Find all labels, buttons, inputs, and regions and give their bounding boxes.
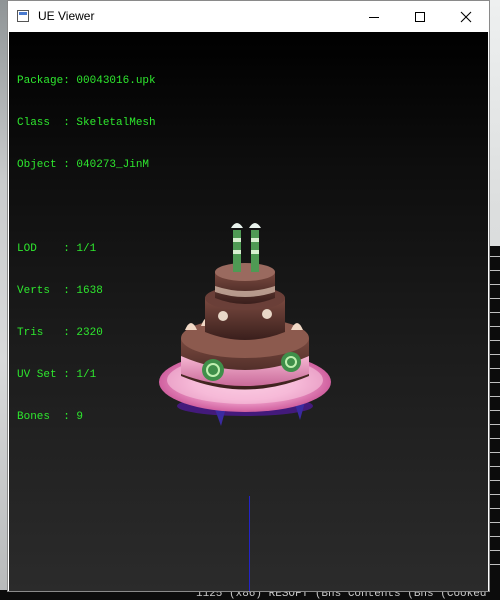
tris-row: Tris : 2320: [17, 327, 103, 339]
verts-row: Verts : 1638: [17, 285, 103, 297]
close-icon: [460, 11, 472, 22]
bones-value: 9: [76, 411, 84, 423]
z-axis-line: [249, 496, 250, 591]
3d-viewport[interactable]: Package: 00043016.upk Class : SkeletalMe…: [9, 32, 488, 591]
package-value: 00043016.upk: [76, 75, 156, 87]
ue-viewer-window[interactable]: UE Viewer Package: 00043016.upk Class : …: [7, 0, 490, 592]
minimize-icon: [369, 16, 379, 18]
app-window-icon: [17, 10, 29, 22]
maximize-icon: [415, 11, 425, 22]
object-row: Object : 040273_JinM: [17, 159, 150, 171]
mesh-info-overlay: Package: 00043016.upk Class : SkeletalMe…: [17, 46, 156, 452]
class-value: SkeletalMesh: [76, 117, 156, 129]
verts-value: 1638: [76, 285, 103, 297]
tris-value: 2320: [76, 327, 103, 339]
window-title: UE Viewer: [38, 9, 95, 23]
title-bar[interactable]: UE Viewer: [8, 1, 489, 32]
package-row: Package: 00043016.upk: [17, 75, 156, 87]
lod-row: LOD : 1/1: [17, 243, 97, 255]
object-value: 040273_JinM: [76, 159, 150, 171]
uvset-value: 1/1: [76, 369, 97, 381]
maximize-button[interactable]: [397, 1, 443, 32]
cake-mesh-render: [159, 223, 331, 426]
bones-row: Bones : 9: [17, 411, 84, 423]
close-button[interactable]: [443, 1, 489, 32]
uvset-row: UV Set : 1/1: [17, 369, 97, 381]
lod-value: 1/1: [76, 243, 97, 255]
minimize-button[interactable]: [351, 1, 397, 32]
class-row: Class : SkeletalMesh: [17, 117, 156, 129]
